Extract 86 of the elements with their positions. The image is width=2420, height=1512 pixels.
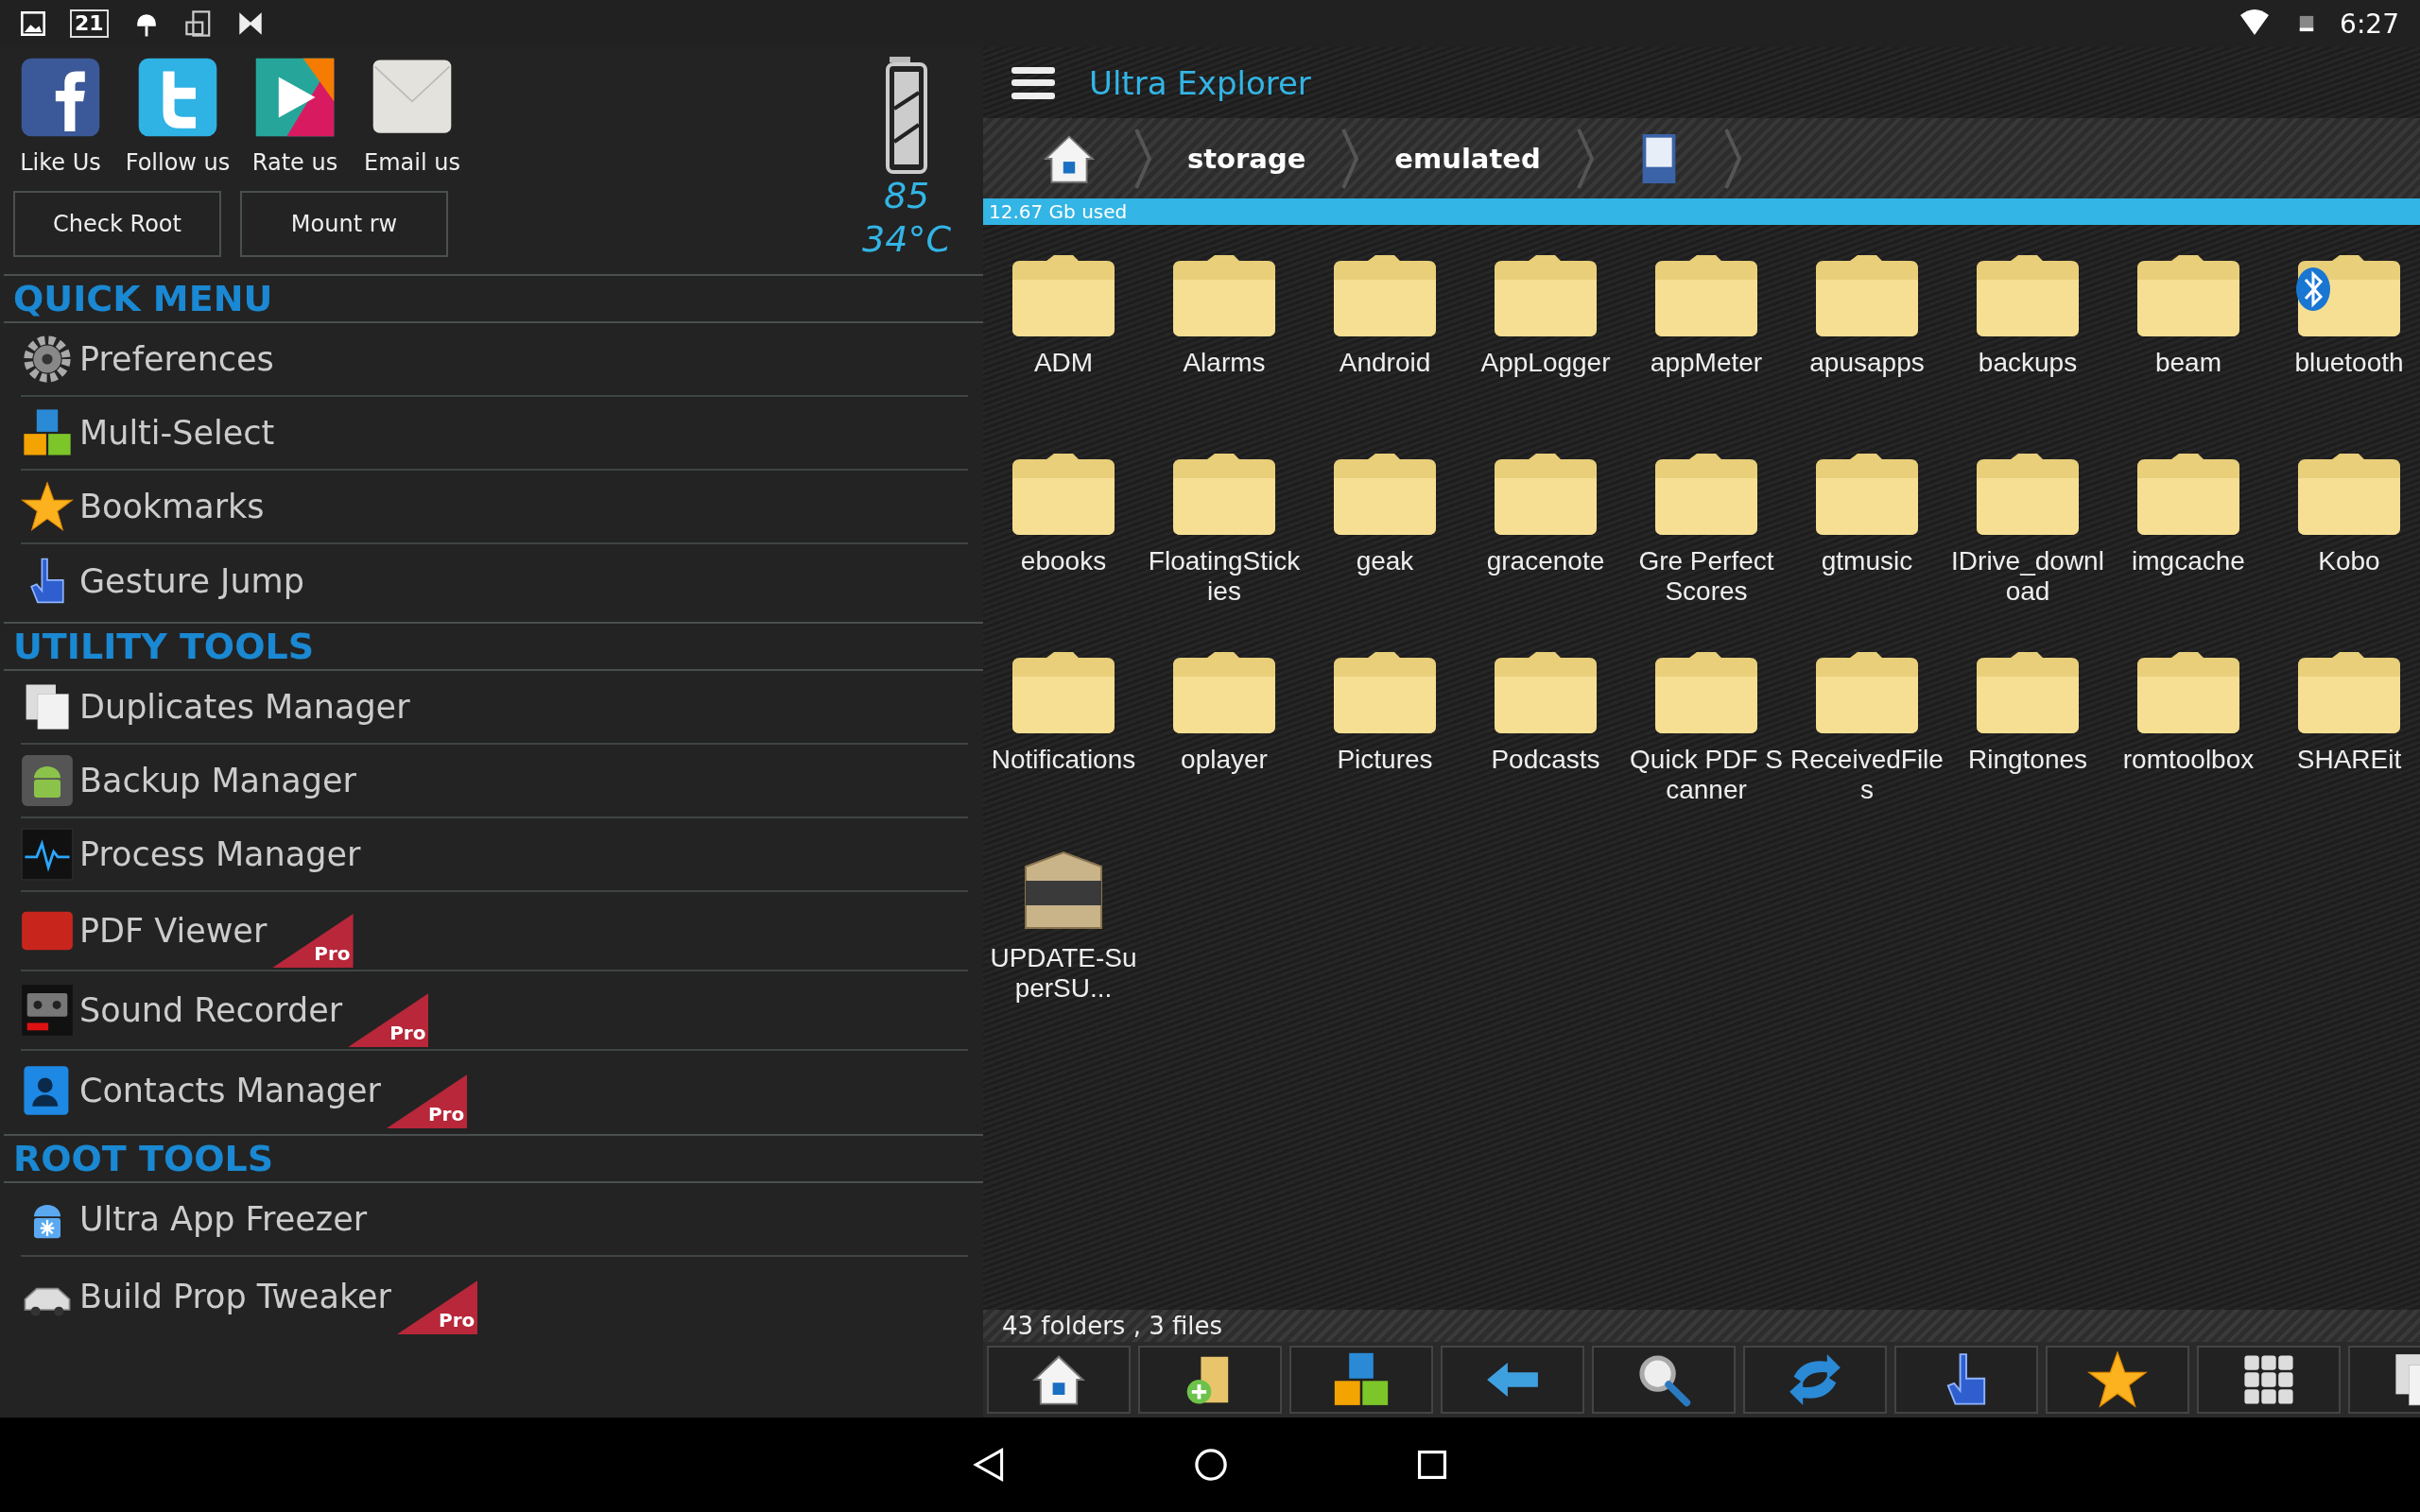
menu-item[interactable]: Sound Recorder Pro [21,971,968,1051]
menu-item[interactable]: Duplicates Manager [21,671,968,745]
toolbar-button[interactable] [987,1346,1131,1414]
file-item[interactable]: geak [1305,440,1465,639]
file-item[interactable]: ebooks [983,440,1144,639]
menu-item[interactable]: Gesture Jump [21,544,968,618]
image-icon [21,11,45,36]
file-item[interactable]: FloatingStickies [1144,440,1305,639]
file-item[interactable]: Notifications [983,639,1144,837]
pro-ribbon: Pro [397,1280,478,1334]
menu-item[interactable]: Build Prop Tweaker Pro [21,1257,968,1336]
home-button[interactable] [1194,1448,1228,1482]
file-item[interactable]: gtmusic [1787,440,1947,639]
file-item[interactable]: Podcasts [1465,639,1626,837]
recents-button[interactable] [1417,1450,1447,1480]
action-button[interactable]: Check Root [13,191,221,257]
section-header: QUICK MENU [4,274,983,323]
bowtie-icon [236,11,264,36]
section-header: UTILITY TOOLS [4,622,983,671]
menu-item[interactable]: Process Manager [21,818,968,892]
file-item[interactable]: apusapps [1787,242,1947,440]
menu-item[interactable]: Preferences [21,323,968,397]
social-link[interactable]: Rate us [248,57,342,176]
toolbar-button[interactable] [1138,1346,1282,1414]
file-item[interactable]: gracenote [1465,440,1626,639]
social-link[interactable]: Email us [365,57,459,176]
section-header: ROOT TOOLS [4,1134,983,1183]
breadcrumb[interactable]: emulated [1375,125,1560,192]
action-button[interactable]: Mount rw [240,191,448,257]
file-item[interactable]: ADM [983,242,1144,440]
file-item[interactable]: oplayer [1144,639,1305,837]
file-item[interactable]: romtoolbox [2108,639,2269,837]
bluetooth-icon [2294,266,2332,312]
toolbar-button[interactable] [1289,1346,1433,1414]
menu-item[interactable]: Multi-Select [21,397,968,471]
file-item[interactable]: imgcache [2108,440,2269,639]
file-item[interactable]: Pictures [1305,639,1465,837]
folder-summary: 43 folders , 3 files [983,1310,2420,1342]
pro-ribbon: Pro [272,914,354,968]
clock: 6:27 [2340,8,2399,40]
toolbar-button[interactable] [1894,1346,2038,1414]
file-item[interactable]: appMeter [1626,242,1787,440]
breadcrumb[interactable]: storage [1168,125,1325,192]
notification-count: 21 [70,9,109,38]
battery-icon [886,57,928,174]
battery-temperature: 34°C [862,217,951,261]
star-icon [2087,1349,2148,1410]
facebook-logo-icon [20,57,101,138]
file-item[interactable]: Quick PDF Scanner [1626,639,1787,837]
star-icon [21,480,74,533]
file-item[interactable]: SHAREit [2269,639,2420,837]
file-item[interactable]: backups [1947,242,2108,440]
cassette-recorder-icon [21,984,74,1037]
back-triangle-icon [973,1447,1005,1483]
pulse-icon [21,828,74,881]
file-item[interactable]: Ringtones [1947,639,2108,837]
toolbar-button[interactable] [1592,1346,1736,1414]
pro-ribbon: Pro [386,1074,468,1128]
menu-item[interactable]: Ultra App Freezer [21,1183,968,1257]
toolbar-button[interactable] [2046,1346,2189,1414]
twitter-logo-icon [137,57,218,138]
file-item[interactable]: beam [2108,242,2269,440]
social-link[interactable]: Like Us [13,57,108,176]
file-item[interactable]: IDrive_download [1947,440,2108,639]
file-item[interactable]: ReceivedFiles [1787,639,1947,837]
menu-icon[interactable] [1011,66,1055,99]
menu-item[interactable]: Backup Manager [21,745,968,818]
play-store-icon [254,57,336,138]
file-item[interactable]: AppLogger [1465,242,1626,440]
storage-bar: 12.67 Gb used [983,198,2420,225]
menu-item[interactable]: Bookmarks [21,471,968,544]
back-button[interactable] [973,1447,1005,1483]
app-title: Ultra Explorer [1089,63,1311,102]
circle-icon [1194,1448,1228,1482]
file-item[interactable]: bluetooth [2269,242,2420,440]
file-item[interactable]: Kobo [2269,440,2420,639]
battery-percent: 85 [883,174,930,217]
file-item[interactable]: Gre Perfect Scores [1626,440,1787,639]
file-item[interactable]: Alarms [1144,242,1305,440]
menu-item[interactable]: Contacts Manager Pro [21,1051,968,1130]
file-item[interactable]: Android [1305,242,1465,440]
square-icon [1417,1450,1447,1480]
toolbar-button[interactable] [2197,1346,2341,1414]
pro-ribbon: Pro [348,993,429,1047]
menu-item[interactable]: PDF Viewer Pro [21,892,968,971]
file-item[interactable]: UPDATE-SuperSU... [983,837,1144,1036]
